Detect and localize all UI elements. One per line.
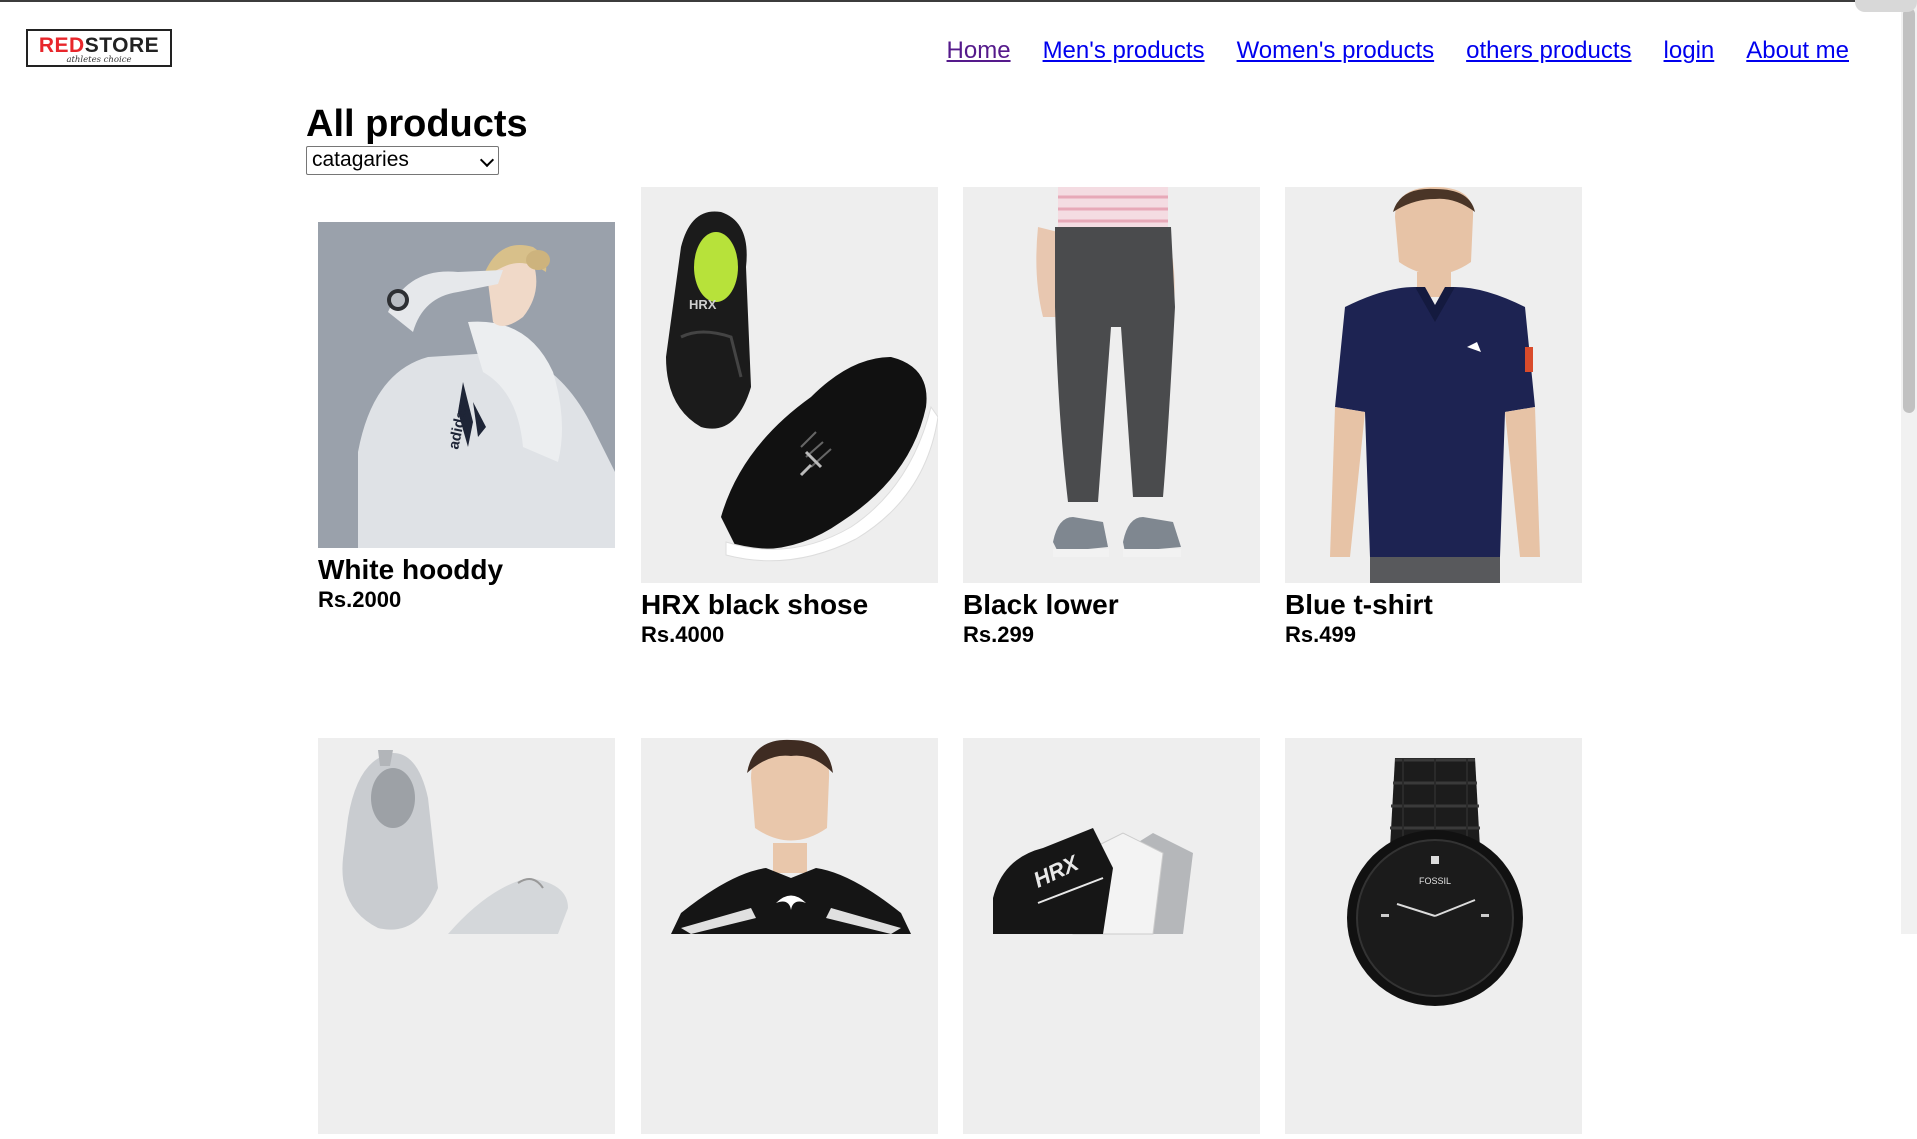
- product-image-hrx-shoes: HRX: [641, 187, 938, 583]
- product-card[interactable]: [641, 738, 938, 1139]
- product-card[interactable]: HRX: [963, 738, 1260, 1139]
- product-image-black-lower: [963, 187, 1260, 583]
- category-select[interactable]: catagaries: [306, 146, 499, 175]
- product-image-blue-tshirt: [1285, 187, 1582, 583]
- socks-illustration: HRX: [993, 828, 1193, 935]
- nav-others-link[interactable]: others products: [1466, 37, 1631, 65]
- site-logo[interactable]: REDSTORE athletes choice: [26, 29, 172, 67]
- product-image-black-tshirt: [641, 738, 938, 1134]
- main-nav: Home Men's products Women's products oth…: [947, 37, 1849, 65]
- product-image-watch: FOSSIL: [1285, 738, 1582, 1134]
- page-scrollbar[interactable]: [1901, 0, 1917, 934]
- scrollbar-thumb[interactable]: [1903, 8, 1915, 413]
- chevron-down-icon: [479, 152, 495, 168]
- product-price: Rs.499: [1285, 622, 1356, 647]
- logo-tagline: athletes choice: [66, 55, 132, 65]
- product-image-white-hoodie: adidas: [318, 222, 615, 548]
- product-card[interactable]: FOSSIL: [1285, 738, 1582, 1139]
- product-card[interactable]: HRX HRX black shose Rs.4000: [641, 187, 938, 648]
- product-price: Rs.2000: [318, 587, 402, 612]
- nav-login-link[interactable]: login: [1664, 37, 1715, 65]
- product-card[interactable]: [318, 738, 615, 1139]
- grey-shoes-illustration: [342, 750, 568, 934]
- nav-womens-link[interactable]: Women's products: [1237, 37, 1435, 65]
- nav-mens-link[interactable]: Men's products: [1043, 37, 1205, 65]
- tshirt-model-illustration: [1330, 187, 1540, 583]
- hoodie-model-illustration: adidas: [318, 222, 615, 548]
- shoes-illustration: HRX: [666, 211, 938, 562]
- product-name: Blue t-shirt: [1285, 589, 1433, 620]
- window-corner-tab: [1855, 0, 1917, 12]
- product-name: HRX black shose: [641, 589, 869, 620]
- product-price: Rs.299: [963, 622, 1034, 647]
- black-tshirt-model-illustration: [671, 739, 911, 934]
- category-select-value: catagaries: [312, 148, 409, 171]
- product-card[interactable]: Blue t-shirt Rs.499: [1285, 187, 1582, 648]
- lower-illustration: [1036, 187, 1181, 557]
- product-image-socks: HRX: [963, 738, 1260, 1134]
- nav-about-link[interactable]: About me: [1746, 37, 1849, 65]
- page-title: All products: [306, 103, 528, 145]
- product-image-grey-shoes: [318, 738, 615, 1134]
- product-name: White hooddy: [318, 554, 504, 585]
- product-name: Black lower: [963, 589, 1119, 620]
- svg-text:FOSSIL: FOSSIL: [1419, 876, 1451, 886]
- product-price: Rs.4000: [641, 622, 725, 647]
- product-card[interactable]: Black lower Rs.299: [963, 187, 1260, 648]
- product-card[interactable]: adidas White hooddy Rs.2000: [318, 222, 615, 613]
- logo-wordmark: REDSTORE: [38, 34, 160, 57]
- window-top-border: [0, 0, 1917, 2]
- watch-illustration: FOSSIL: [1347, 758, 1523, 1006]
- nav-home-link[interactable]: Home: [947, 37, 1011, 65]
- svg-text:HRX: HRX: [689, 297, 717, 312]
